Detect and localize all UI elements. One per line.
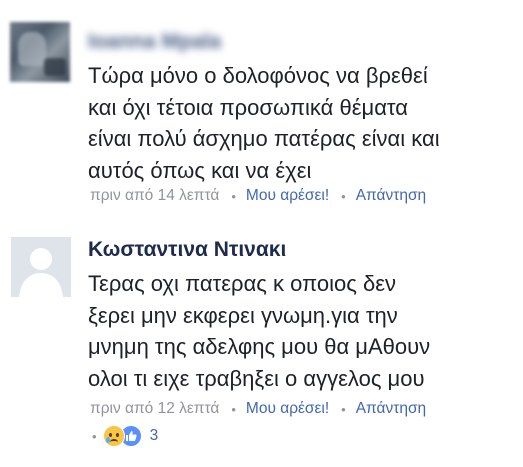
default-avatar-icon[interactable] (11, 237, 71, 297)
like-link[interactable]: Μου αρέσει! (246, 400, 329, 418)
comment-text-line: ολοι τι ειχε τραβηξει ο αγγελος μου (88, 365, 425, 391)
author-name[interactable]: Ioanna Mpala (88, 30, 221, 54)
timestamp[interactable]: πριν από 14 λεπτά (90, 187, 219, 205)
separator-dot: • (341, 401, 346, 417)
reply-link[interactable]: Απάντηση (356, 187, 426, 205)
comment-text-line: είναι πολύ άσχημο πατέρας είναι και (88, 126, 440, 151)
separator-dot: • (231, 188, 236, 204)
separator-dot: • (92, 428, 97, 444)
comment-text-line: Τερας οχι πατερας κ οποιος δεν (88, 271, 397, 296)
comment-actions: πριν από 12 λεπτά • Μου αρέσει! • Απάντη… (90, 400, 426, 418)
comment-text-line: ξερει μην εκφερει γνωμη.για την (88, 302, 398, 328)
separator-dot: • (341, 188, 346, 204)
comment-text-line: μνημη της αδελφης μου θα μΑθουν (88, 334, 431, 359)
author-name[interactable]: Κωσταντινα Ντινακι (88, 238, 286, 262)
comment-text-line: αυτός όπως και να έχει (88, 157, 312, 183)
comment-text-line: Τώρα μόνο ο δολοφόνος να βρεθεί (88, 63, 428, 88)
comment-actions: πριν από 14 λεπτά • Μου αρέσει! • Απάντη… (90, 187, 426, 205)
comment-text-line: και όχι τέτοια προσωπικά θέματα (88, 94, 409, 120)
sad-reaction-icon (102, 425, 125, 447)
avatar[interactable] (10, 22, 70, 82)
timestamp[interactable]: πριν από 12 λεπτά (90, 400, 219, 418)
reactions-summary[interactable]: • 3 (90, 425, 158, 447)
separator-dot: • (231, 401, 236, 417)
comment-text: Τερας οχι πατερας κ οποιος δεν ξερει μην… (88, 268, 513, 394)
reaction-count[interactable]: 3 (150, 427, 159, 445)
like-link[interactable]: Μου αρέσει! (246, 187, 329, 205)
comment-text: Τώρα μόνο ο δολοφόνος να βρεθεί και όχι … (88, 60, 513, 186)
reply-link[interactable]: Απάντηση (356, 400, 426, 418)
